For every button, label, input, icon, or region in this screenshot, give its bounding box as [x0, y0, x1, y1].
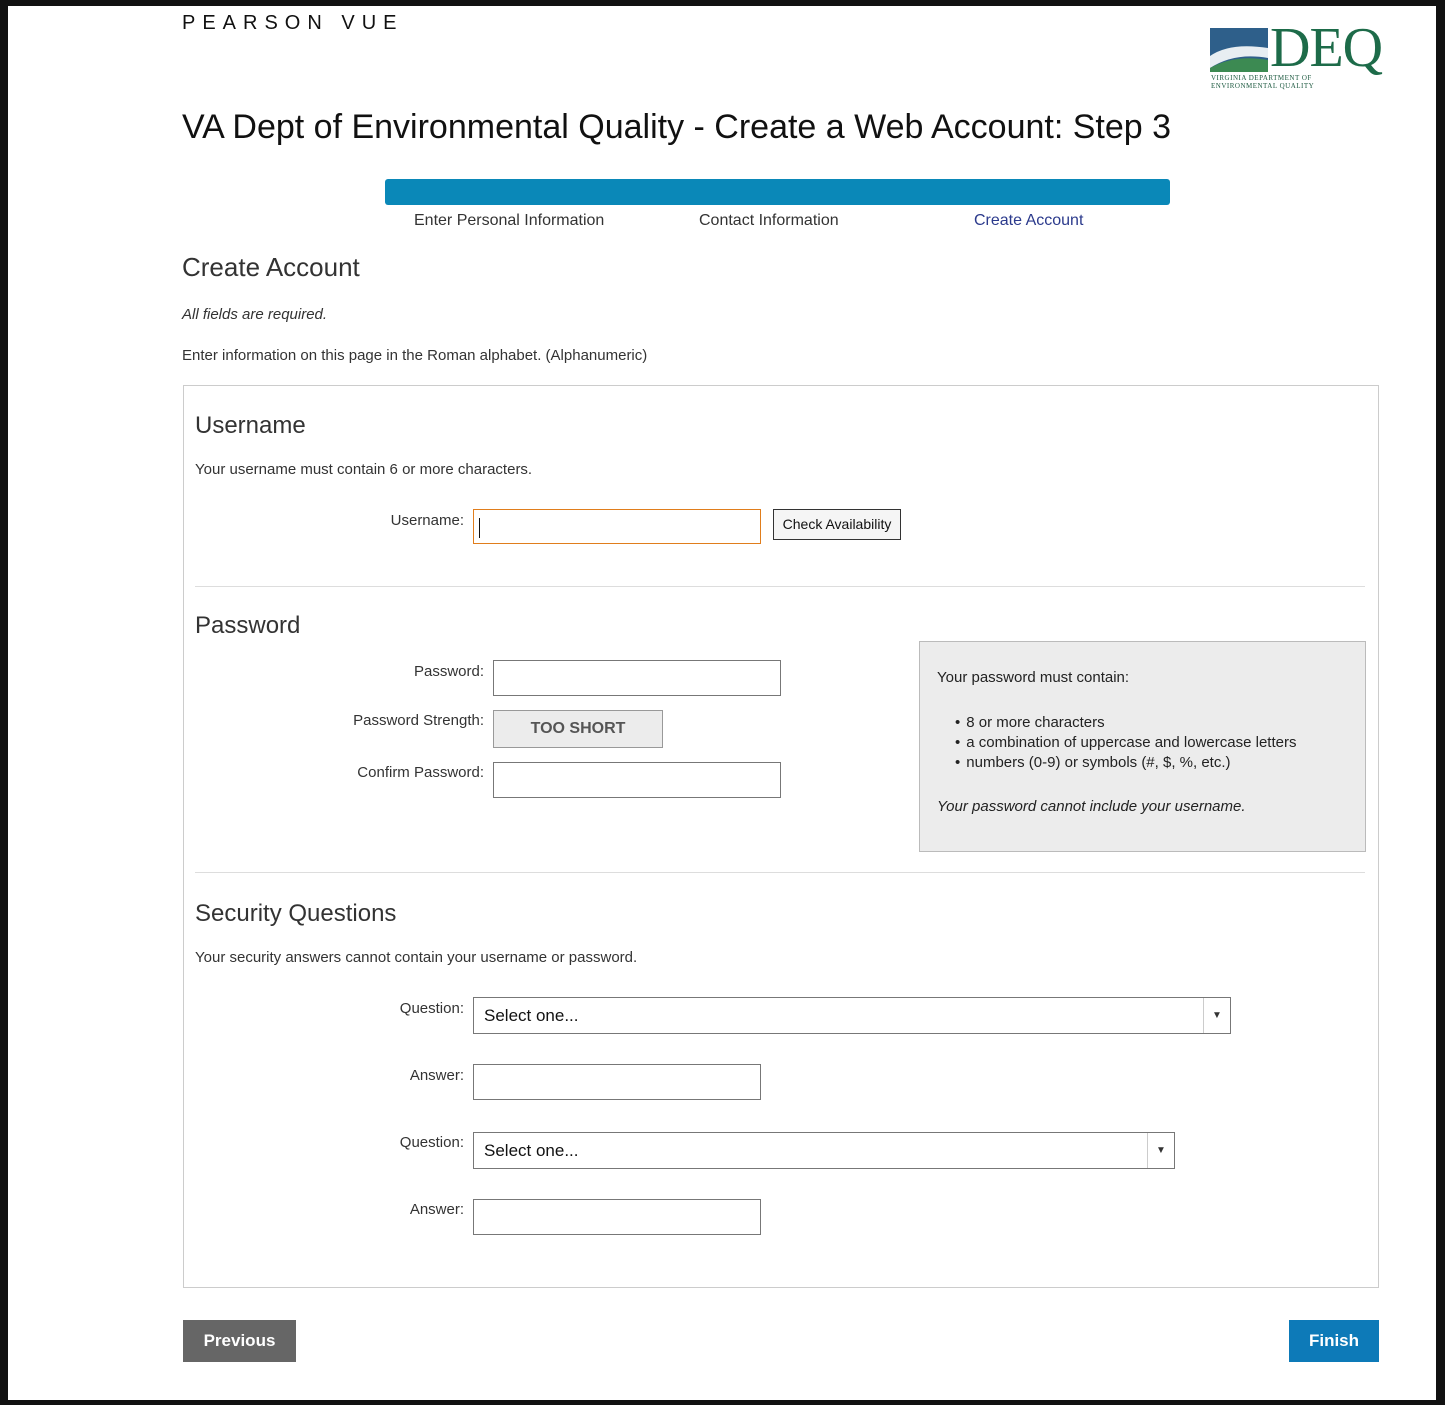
finish-button[interactable]: Finish [1289, 1320, 1379, 1362]
question-2-selected: Select one... [484, 1141, 579, 1160]
password-rules-list: 8 or more characters a combination of up… [955, 713, 1296, 773]
deq-logo: DEQ VIRGINIA DEPARTMENT OF ENVIRONMENTAL… [1210, 20, 1383, 96]
password-input[interactable] [493, 660, 781, 696]
check-availability-button[interactable]: Check Availability [773, 509, 901, 540]
previous-button[interactable]: Previous [183, 1320, 296, 1362]
password-strength-label: Password Strength: [353, 712, 484, 729]
password-strength-indicator: TOO SHORT [493, 710, 663, 748]
password-rules-title: Your password must contain: [937, 669, 1130, 686]
logo-sub-line2: ENVIRONMENTAL QUALITY [1211, 82, 1315, 90]
dropdown-arrow-icon: ▼ [1147, 1133, 1174, 1168]
username-heading: Username [195, 412, 306, 439]
section-divider [195, 586, 1365, 587]
security-questions-heading: Security Questions [195, 900, 397, 927]
question-2-label: Question: [399, 1134, 464, 1151]
section-divider [195, 872, 1365, 873]
password-rule: a combination of uppercase and lowercase… [955, 733, 1296, 753]
text-caret [479, 518, 480, 538]
confirm-password-input[interactable] [493, 762, 781, 798]
deq-logo-mark-icon [1210, 28, 1268, 72]
required-note: All fields are required. [182, 306, 328, 323]
step-contact-info: Contact Information [699, 212, 839, 229]
answer-1-label: Answer: [409, 1067, 464, 1084]
answer-1-input[interactable] [473, 1064, 761, 1100]
password-rules-box: Your password must contain: 8 or more ch… [919, 641, 1366, 852]
progress-bar [385, 179, 1170, 205]
logo-sub-line1: VIRGINIA DEPARTMENT OF [1211, 74, 1312, 82]
question-2-select[interactable]: Select one... ▼ [473, 1132, 1175, 1169]
dropdown-arrow-icon: ▼ [1203, 998, 1230, 1033]
deq-logo-subtitle: VIRGINIA DEPARTMENT OF ENVIRONMENTAL QUA… [1211, 74, 1314, 90]
pearson-vue-brand: PEARSON VUE [182, 12, 404, 34]
username-input[interactable] [473, 509, 761, 544]
password-rule: numbers (0-9) or symbols (#, $, %, etc.) [955, 753, 1296, 773]
security-hint: Your security answers cannot contain you… [195, 949, 638, 966]
confirm-password-label: Confirm Password: [357, 764, 484, 781]
question-1-select[interactable]: Select one... ▼ [473, 997, 1231, 1034]
answer-2-input[interactable] [473, 1199, 761, 1235]
deq-logo-text: DEQ [1270, 17, 1383, 79]
question-1-label: Question: [399, 1000, 464, 1017]
step-personal-info: Enter Personal Information [414, 212, 605, 229]
question-1-selected: Select one... [484, 1006, 579, 1025]
username-label: Username: [390, 512, 464, 529]
password-heading: Password [195, 612, 301, 639]
step-create-account: Create Account [974, 212, 1084, 229]
username-hint: Your username must contain 6 or more cha… [195, 461, 533, 478]
password-rule: 8 or more characters [955, 713, 1296, 733]
password-label: Password: [413, 663, 484, 680]
alphabet-note: Enter information on this page in the Ro… [182, 347, 648, 364]
password-rules-warning: Your password cannot include your userna… [937, 798, 1246, 815]
create-account-heading: Create Account [182, 252, 360, 282]
answer-2-label: Answer: [409, 1201, 464, 1218]
page-title: VA Dept of Environmental Quality - Creat… [182, 108, 1172, 146]
